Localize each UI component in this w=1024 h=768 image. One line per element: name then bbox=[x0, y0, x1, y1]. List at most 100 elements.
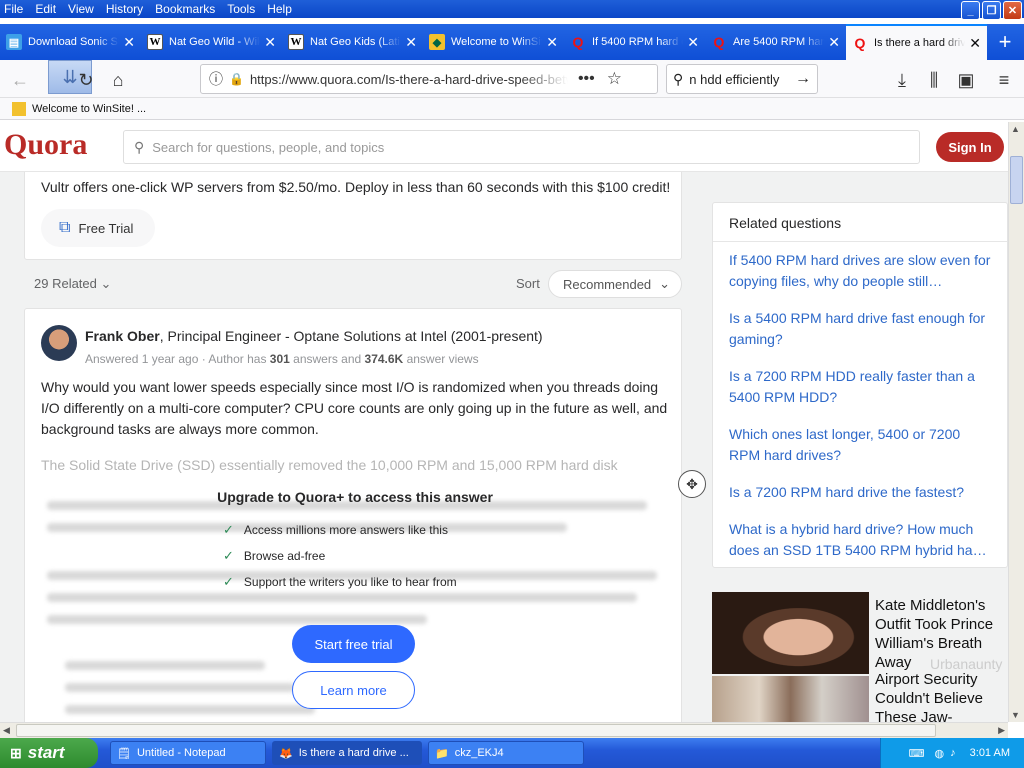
bookmark-star-icon[interactable]: ☆ bbox=[607, 69, 622, 89]
taskbar-item-firefox[interactable]: 🦊 Is there a hard drive ... bbox=[272, 741, 422, 765]
scroll-thumb[interactable] bbox=[1010, 156, 1023, 204]
ad-image[interactable] bbox=[712, 676, 869, 722]
horizontal-scrollbar[interactable]: ◀ ▶ bbox=[0, 722, 1008, 738]
related-sort-row: 29 Related ⌄ Sort Recommended ⌄ bbox=[24, 270, 682, 300]
menu-tools[interactable]: Tools bbox=[221, 2, 261, 16]
close-tab-icon[interactable]: ✕ bbox=[405, 34, 417, 51]
taskbar-label: Untitled - Notepad bbox=[136, 747, 226, 759]
blurred-text bbox=[65, 683, 295, 692]
back-button[interactable]: ← bbox=[6, 66, 34, 94]
downloads-icon[interactable]: ⤓ bbox=[888, 66, 916, 94]
related-count-dropdown[interactable]: 29 Related ⌄ bbox=[34, 276, 111, 292]
bookmark-welcome-winsite[interactable]: Welcome to WinSite! ... bbox=[32, 103, 146, 115]
taskbar-item-folder[interactable]: 📁 ckz_EKJ4 bbox=[428, 741, 584, 765]
close-window-button[interactable]: ✕ bbox=[1003, 1, 1022, 20]
answer-paragraph-faded: The Solid State Drive (SSD) essentially … bbox=[41, 457, 618, 473]
upsell-feature: ✓ Access millions more answers like this bbox=[185, 517, 525, 543]
start-button[interactable]: ⊞ start bbox=[0, 738, 98, 768]
sort-dropdown[interactable]: Recommended ⌄ bbox=[548, 270, 682, 298]
scroll-up-icon[interactable]: ▲ bbox=[1011, 124, 1020, 134]
new-tab-button[interactable]: + bbox=[990, 24, 1020, 60]
minimize-button[interactable]: _ bbox=[961, 1, 980, 20]
menu-file[interactable]: File bbox=[0, 2, 29, 16]
feature-label: Support the writers you like to hear fro… bbox=[243, 575, 457, 589]
quora-logo[interactable]: Quora bbox=[4, 128, 87, 162]
close-tab-icon[interactable]: ✕ bbox=[546, 34, 558, 51]
upsell-title: Upgrade to Quora+ to access this answer bbox=[217, 489, 493, 505]
tab-winsite[interactable]: ◆ Welcome to WinSite ✕ bbox=[423, 24, 564, 60]
feature-label: Access millions more answers like this bbox=[243, 523, 448, 537]
network-icon[interactable]: ◍ bbox=[935, 747, 945, 760]
close-tab-icon[interactable]: ✕ bbox=[969, 35, 981, 52]
tab-quora-5400-slow[interactable]: Q If 5400 RPM hard dr ✕ bbox=[564, 24, 705, 60]
reload-icon[interactable]: ↻ bbox=[72, 66, 100, 94]
quora-favicon: Q bbox=[572, 34, 584, 50]
search-bar[interactable]: ⚲ n hdd efficiently → bbox=[666, 64, 818, 94]
sign-in-button[interactable]: Sign In bbox=[936, 132, 1004, 162]
scroll-down-icon[interactable]: ▼ bbox=[1011, 710, 1020, 720]
close-tab-icon[interactable]: ✕ bbox=[264, 34, 276, 51]
url-text[interactable]: https://www.quora.com/Is-there-a-hard-dr… bbox=[250, 72, 568, 87]
volume-icon[interactable]: ♪ bbox=[950, 747, 956, 759]
chevron-down-icon: ⌄ bbox=[659, 276, 671, 291]
author-name[interactable]: Frank Ober bbox=[85, 328, 160, 344]
start-free-trial-button[interactable]: Start free trial bbox=[292, 625, 415, 663]
tab-strip: ▤ Download Sonic Stu ✕ W Nat Geo Wild - … bbox=[0, 24, 1024, 60]
windows-logo-icon: ⊞ bbox=[10, 744, 22, 761]
hamburger-menu-icon[interactable]: ≡ bbox=[990, 66, 1018, 94]
tab-label: If 5400 RPM hard dr bbox=[592, 36, 684, 48]
ad-headline[interactable]: Airport Security Couldn't Believe These … bbox=[875, 670, 1007, 722]
sidebar-icon[interactable]: ▣ bbox=[952, 66, 980, 94]
search-go-icon[interactable]: → bbox=[795, 70, 811, 88]
menu-history[interactable]: History bbox=[100, 2, 149, 16]
learn-more-button[interactable]: Learn more bbox=[292, 671, 415, 709]
related-question-link[interactable]: Is a 7200 RPM HDD really faster than a 5… bbox=[729, 366, 995, 408]
search-input[interactable]: n hdd efficiently bbox=[689, 72, 779, 87]
keyboard-icon[interactable]: ⌨ bbox=[909, 747, 925, 760]
menu-view[interactable]: View bbox=[62, 2, 100, 16]
library-icon[interactable]: ⫼ bbox=[920, 66, 948, 94]
tab-label: Nat Geo Kids (Latin bbox=[310, 36, 402, 48]
tab-quora-are-5400[interactable]: Q Are 5400 RPM hard ✕ bbox=[705, 24, 846, 60]
quora-search-input[interactable]: ⚲ Search for questions, people, and topi… bbox=[123, 130, 920, 164]
close-tab-icon[interactable]: ✕ bbox=[123, 34, 135, 51]
tab-nat-geo-wild[interactable]: W Nat Geo Wild - Wiki ✕ bbox=[141, 24, 282, 60]
maximize-button[interactable]: ❐ bbox=[982, 1, 1001, 20]
ad-image[interactable] bbox=[712, 592, 869, 674]
notepad-icon: 🗒 bbox=[117, 747, 131, 760]
menu-bookmarks[interactable]: Bookmarks bbox=[149, 2, 221, 16]
taskbar: ⊞ start 🗒 Untitled - Notepad 🦊 Is there … bbox=[0, 738, 1024, 768]
related-question-link[interactable]: Which ones last longer, 5400 or 7200 RPM… bbox=[729, 424, 995, 466]
avatar[interactable] bbox=[41, 325, 77, 361]
close-tab-icon[interactable]: ✕ bbox=[828, 34, 840, 51]
related-question-link[interactable]: Is a 7200 RPM hard drive the fastest? bbox=[729, 482, 995, 503]
menu-edit[interactable]: Edit bbox=[29, 2, 62, 16]
info-icon[interactable]: ⓘ bbox=[209, 69, 223, 89]
free-trial-button[interactable]: ⧉ Free Trial bbox=[41, 209, 155, 247]
tab-nat-geo-kids[interactable]: W Nat Geo Kids (Latin ✕ bbox=[282, 24, 423, 60]
related-question-link[interactable]: If 5400 RPM hard drives are slow even fo… bbox=[729, 250, 995, 292]
url-bar[interactable]: ⓘ 🔒 https://www.quora.com/Is-there-a-har… bbox=[200, 64, 658, 94]
home-icon[interactable]: ⌂ bbox=[104, 66, 132, 94]
sort-value: Recommended bbox=[563, 276, 652, 292]
check-icon: ✓ bbox=[223, 574, 234, 589]
scroll-right-icon[interactable]: ▶ bbox=[998, 725, 1005, 736]
check-icon: ✓ bbox=[223, 522, 234, 537]
scroll-left-icon[interactable]: ◀ bbox=[3, 725, 10, 736]
related-question-link[interactable]: Is a 5400 RPM hard drive fast enough for… bbox=[729, 308, 995, 350]
quora-favicon: Q bbox=[854, 35, 866, 51]
ad-text: Vultr offers one-click WP servers from $… bbox=[41, 179, 671, 195]
related-question-link[interactable]: What is a hybrid hard drive? How much do… bbox=[729, 519, 995, 561]
page-content: Vultr offers one-click WP servers from $… bbox=[0, 172, 1008, 722]
vertical-scrollbar[interactable]: ▲ ▼ bbox=[1008, 122, 1024, 722]
answers-count: 301 bbox=[269, 352, 290, 366]
page-actions-icon[interactable]: ••• bbox=[578, 70, 595, 88]
close-tab-icon[interactable]: ✕ bbox=[687, 34, 699, 51]
scroll-thumb[interactable] bbox=[16, 724, 936, 737]
tab-download-sonic[interactable]: ▤ Download Sonic Stu ✕ bbox=[0, 24, 141, 60]
menu-help[interactable]: Help bbox=[261, 2, 298, 16]
tab-quora-is-there[interactable]: Q Is there a hard drive ✕ bbox=[846, 24, 987, 60]
related-count: 29 Related bbox=[34, 276, 97, 291]
upsell-feature: ✓ Support the writers you like to hear fr… bbox=[185, 569, 525, 595]
taskbar-item-notepad[interactable]: 🗒 Untitled - Notepad bbox=[110, 741, 266, 765]
